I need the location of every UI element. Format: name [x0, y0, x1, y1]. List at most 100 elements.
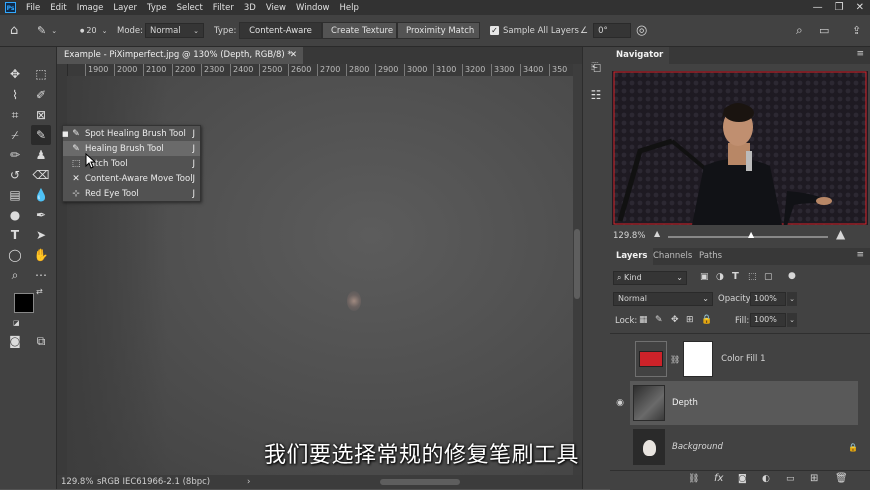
status-zoom[interactable]: 129.8% [61, 475, 93, 489]
add-mask-icon[interactable]: ◙ [738, 474, 747, 484]
layer-row-depth[interactable]: ◉ Depth [616, 381, 858, 425]
zoom-in-icon[interactable]: ▲ [836, 227, 845, 241]
close-icon[interactable]: ✕ [856, 2, 864, 13]
angle-field[interactable]: 0° [593, 23, 632, 38]
hand-tool-icon[interactable]: ✋ [31, 245, 51, 265]
zoom-slider-thumb-icon[interactable]: ▲ [748, 230, 754, 239]
quick-selection-tool-icon[interactable]: ✐ [31, 85, 51, 105]
menu-edit[interactable]: Edit [45, 3, 71, 13]
flyout-item-patch[interactable]: ⬚ Patch Tool J [63, 156, 200, 171]
menu-filter[interactable]: Filter [208, 3, 239, 13]
menu-file[interactable]: File [21, 3, 45, 13]
screen-mode-icon[interactable]: ⧉ [31, 331, 51, 351]
menu-view[interactable]: View [261, 3, 291, 13]
status-arrow-icon[interactable]: › [247, 475, 250, 489]
crop-tool-icon[interactable]: ⌗ [5, 105, 25, 125]
maximize-icon[interactable]: ❐ [835, 2, 844, 13]
brush-picker[interactable]: ● 20 ⌄ [80, 15, 107, 46]
adjustment-layer-icon[interactable]: ◐ [762, 474, 770, 484]
navigator-tab[interactable]: Navigator [610, 47, 670, 64]
menu-window[interactable]: Window [291, 3, 335, 13]
workspace-icon[interactable]: ▭ [819, 15, 829, 46]
default-colors-icon[interactable]: ◪ [13, 319, 20, 327]
pen-tool-icon[interactable]: ✒ [31, 205, 51, 225]
tool-preset-picker[interactable]: ✎ ⌄ [37, 15, 57, 46]
share-icon[interactable]: ⇪ [852, 15, 861, 46]
content-aware-button[interactable]: Content-Aware [239, 22, 322, 39]
menu-help[interactable]: Help [335, 3, 364, 13]
paths-tab[interactable]: Paths [693, 248, 728, 265]
channels-tab[interactable]: Channels [647, 248, 698, 265]
new-layer-icon[interactable]: ⊞ [810, 473, 818, 484]
document-tab[interactable]: Example - PiXimperfect.jpg @ 130% (Depth… [57, 47, 303, 64]
fill-field[interactable]: 100% [750, 313, 786, 327]
zoom-tool-icon[interactable]: ⌕ [5, 265, 25, 285]
eraser-tool-icon[interactable]: ⌫ [31, 165, 51, 185]
layer-row-color-fill[interactable]: ⛓ Color Fill 1 [630, 337, 858, 381]
flyout-item-content-aware-move[interactable]: ✕ Content-Aware Move Tool J [63, 171, 200, 186]
blend-mode-dropdown[interactable]: Normal ⌄ [613, 292, 713, 306]
filter-pixel-icon[interactable]: ▣ [700, 272, 709, 282]
flyout-item-spot-healing[interactable]: ■ ✎ Spot Healing Brush Tool J [62, 126, 200, 141]
search-icon[interactable]: ⌕ [796, 15, 803, 46]
navigator-zoom-value[interactable]: 129.8% [613, 231, 645, 241]
filter-type-icon[interactable]: T [732, 271, 739, 282]
sample-all-layers-checkbox[interactable]: ✓ Sample All Layers [490, 15, 579, 46]
group-folder-icon[interactable]: ▭ [786, 474, 795, 484]
foreground-color-swatch[interactable] [14, 293, 34, 313]
chevron-down-icon[interactable]: ⌄ [787, 313, 797, 327]
filter-smart-object-icon[interactable]: ▢ [764, 272, 773, 282]
menu-image[interactable]: Image [72, 3, 109, 13]
lock-all-icon[interactable]: 🔒 [701, 315, 712, 325]
visibility-off-icon[interactable] [616, 441, 628, 453]
trash-icon[interactable]: 🗑 [835, 473, 848, 484]
filter-toggle-icon[interactable]: ● [788, 271, 796, 281]
type-tool-icon[interactable]: T [5, 225, 25, 245]
gradient-tool-icon[interactable]: ▤ [5, 185, 25, 205]
minimize-icon[interactable]: — [813, 2, 823, 13]
properties-panel-icon[interactable]: ☷ [586, 85, 606, 105]
chevron-down-icon[interactable]: ⌄ [787, 292, 797, 306]
navigator-preview[interactable] [612, 71, 868, 225]
swap-colors-icon[interactable]: ⇄ [36, 287, 43, 296]
menu-type[interactable]: Type [142, 3, 172, 13]
layer-filter-dropdown[interactable]: ⌕ Kind ⌄ [613, 271, 687, 285]
lock-image-icon[interactable]: ✎ [655, 315, 663, 325]
marquee-tool-icon[interactable]: ⬚ [31, 64, 51, 84]
frame-tool-icon[interactable]: ⊠ [31, 105, 51, 125]
vertical-scroll-thumb[interactable] [574, 229, 580, 299]
pressure-size-icon[interactable]: ◎ [636, 15, 647, 46]
fx-icon[interactable]: fx [714, 473, 723, 484]
history-panel-icon[interactable]: ⎗ [586, 57, 606, 77]
create-texture-button[interactable]: Create Texture [322, 22, 397, 39]
lock-position-icon[interactable]: ✥ [671, 315, 679, 325]
vertical-scrollbar[interactable] [573, 64, 582, 475]
mode-dropdown[interactable]: Normal ⌄ [145, 23, 204, 38]
panel-menu-icon[interactable]: ≡ [856, 49, 864, 59]
lock-transparent-icon[interactable]: ▦ [639, 315, 648, 325]
menu-layer[interactable]: Layer [108, 3, 142, 13]
menu-3d[interactable]: 3D [239, 3, 261, 13]
flyout-item-red-eye[interactable]: ⊹ Red Eye Tool J [63, 186, 200, 201]
panel-menu-icon[interactable]: ≡ [856, 250, 864, 260]
flyout-item-healing-brush[interactable]: ✎ Healing Brush Tool J [63, 141, 200, 156]
path-selection-tool-icon[interactable]: ➤ [31, 225, 51, 245]
layer-mask-thumbnail[interactable] [683, 341, 714, 377]
history-brush-tool-icon[interactable]: ↺ [5, 165, 25, 185]
proximity-match-button[interactable]: Proximity Match [397, 22, 480, 39]
layer-row-background[interactable]: Background 🔒 [630, 425, 858, 469]
lock-artboard-icon[interactable]: ⊞ [686, 315, 694, 325]
visibility-off-icon[interactable] [616, 353, 628, 365]
ellipse-tool-icon[interactable]: ◯ [5, 245, 25, 265]
filter-adjustment-icon[interactable]: ◑ [716, 272, 724, 282]
menu-select[interactable]: Select [172, 3, 208, 13]
eye-icon[interactable]: ◉ [614, 397, 626, 409]
eyedropper-tool-icon[interactable]: ⌿ [5, 125, 25, 145]
link-icon[interactable]: ⛓ [670, 355, 680, 364]
quick-mask-icon[interactable]: ◙ [5, 331, 25, 351]
blur-tool-icon[interactable]: 💧 [31, 185, 51, 205]
brush-tool-icon[interactable]: ✏ [5, 145, 25, 165]
lasso-tool-icon[interactable]: ⌇ [5, 85, 25, 105]
more-tools-icon[interactable]: ⋯ [31, 265, 51, 285]
filter-shape-icon[interactable]: ⬚ [748, 272, 757, 282]
